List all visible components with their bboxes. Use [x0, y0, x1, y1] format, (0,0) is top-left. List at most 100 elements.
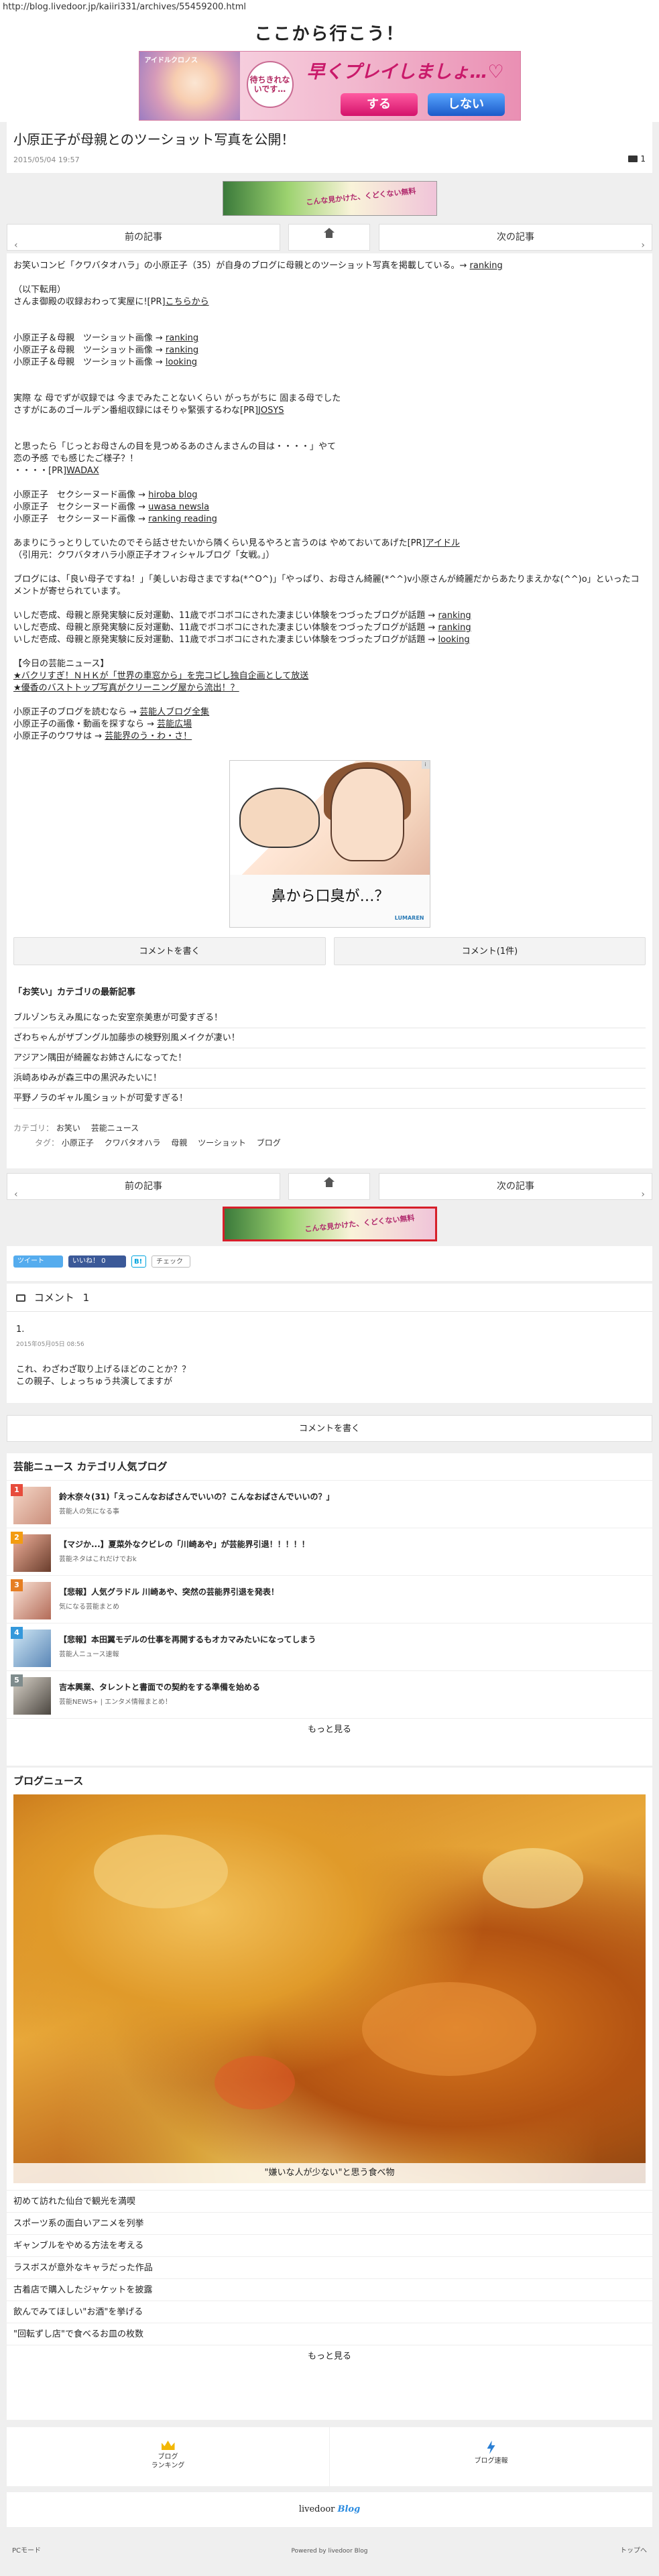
- popular-blog-item[interactable]: 4 【悲報】本田翼モデルの仕事を再開するもオカマみたいになってしまう 芸能人ニュ…: [7, 1623, 652, 1670]
- banner-yes-button[interactable]: する: [340, 93, 418, 116]
- ad-logo: LUMAREN: [394, 915, 424, 921]
- next-article-button[interactable]: 次の記事 ›: [379, 224, 652, 251]
- share-bar: ツイート いいね！ 0 B! チェック: [7, 1246, 652, 1281]
- write-comment-button[interactable]: コメントを書く: [7, 1415, 652, 1442]
- livedoor-blog-logo[interactable]: livedoor Blog: [7, 2492, 652, 2527]
- comment-buttons: コメントを書く コメント(1件): [13, 937, 646, 968]
- body-paragraph: お笑いコンビ「クワバタオハラ」の小原正子（35）が自身のブログに母親とのツーショ…: [13, 261, 503, 271]
- next-article-label: 次の記事: [497, 1181, 534, 1192]
- body-paragraph: さすがにあのゴールデン番組収録にはそりゃ緊張するわな[PR]JOSYS: [13, 406, 284, 416]
- ad-illustration: [229, 761, 430, 875]
- blog-news-more-button[interactable]: もっと見る: [7, 2345, 652, 2368]
- article-taxonomy: カテゴリ： お笑い 芸能ニュース タグ： 小原正子 クワバタオハラ 母親 ツーシ…: [13, 1121, 646, 1150]
- next-article-button[interactable]: 次の記事 ›: [379, 1173, 652, 1200]
- related-link[interactable]: ranking: [438, 611, 471, 621]
- back-to-top-link[interactable]: トップへ: [620, 2541, 647, 2561]
- body-link[interactable]: ranking: [470, 261, 503, 271]
- news-link[interactable]: ★優香のバストトップ写真がクリーニング屋から流出！？: [13, 682, 646, 694]
- prev-article-button[interactable]: ‹ 前の記事: [7, 1173, 280, 1200]
- photo-link[interactable]: ranking: [166, 345, 198, 355]
- tag-link[interactable]: ブログ: [257, 1138, 281, 1148]
- rank-badge: 4: [11, 1627, 23, 1639]
- related-article-item[interactable]: ざわちゃんがザブングル加藤歩の検野別風メイクが凄い！: [13, 1028, 646, 1048]
- nude-link[interactable]: ranking reading: [148, 514, 217, 524]
- write-comment-button[interactable]: コメントを書く: [13, 937, 326, 965]
- line-check-button[interactable]: チェック: [152, 1255, 190, 1268]
- related-articles-title: 「お笑い」カテゴリの最新記事: [13, 987, 136, 997]
- popular-blog-item[interactable]: 5 吉本興業、タレントと書面での契約をする準備を始める 芸能NEWS+ | エン…: [7, 1670, 652, 1718]
- body-link[interactable]: JOSYS: [258, 406, 284, 416]
- banner-no-button[interactable]: しない: [427, 93, 505, 116]
- popular-blogs: 芸能ニュース カテゴリ人気ブログ 1 鈴木奈々(31)「えっこんなおばさんでいい…: [7, 1453, 652, 1766]
- comments-count: 1: [82, 1292, 90, 1304]
- ad-info-icon[interactable]: i: [421, 761, 430, 769]
- related-article-item[interactable]: 平野ノラのギャル風ショットが可愛すぎる！: [13, 1089, 646, 1109]
- crown-icon: [161, 2441, 175, 2450]
- view-comments-button[interactable]: コメント(1件): [334, 937, 646, 965]
- photo-link[interactable]: ranking: [166, 333, 198, 343]
- top-ad-banner[interactable]: アイドルクロノス 待ちきれないです… 早くプレイしましょ…♡ する しない: [138, 51, 521, 121]
- related-link[interactable]: looking: [438, 635, 469, 645]
- blog-news-item[interactable]: 初めて訪れた仙台で観光を満喫: [7, 2190, 652, 2212]
- tag-link[interactable]: ツーショット: [198, 1138, 246, 1148]
- blog-news-featured-photo[interactable]: "嫌いな人が少ない"と思う食べ物: [13, 1794, 646, 2183]
- article-date: 2015/05/04 19:57: [13, 156, 80, 164]
- photo-link-list-a: 小原正子＆母親 ツーショット画像 → ranking 小原正子＆母親 ツーショッ…: [13, 333, 199, 367]
- popular-blog-item[interactable]: 3 【悲報】人気グラドル 川崎あや、突然の芸能界引退を発表！ 気になる芸能まとめ: [7, 1575, 652, 1623]
- body-link[interactable]: アイドル: [426, 538, 460, 548]
- blog-title[interactable]: ここから行こう！: [0, 20, 659, 48]
- body-paragraph: さんま御殿の収録おわって実屋に![PR]こちらから: [13, 297, 209, 307]
- prev-article-button[interactable]: ‹ 前の記事: [7, 224, 280, 251]
- blog-ranking-link[interactable]: ブログ ランキング: [7, 2427, 329, 2486]
- bottom-bar: Powered by livedoor Blog PCモード トップへ: [7, 2541, 652, 2561]
- mini-ad-banner-top[interactable]: こんな見かけた、くどくない無料: [223, 181, 437, 216]
- home-button[interactable]: [288, 224, 370, 251]
- facebook-like-button[interactable]: いいね！ 0: [68, 1255, 126, 1268]
- banner-brand: アイドルクロノス: [144, 57, 198, 64]
- related-article-item[interactable]: ブルゾンちえみ風になった安室奈美恵が可愛すぎる！: [13, 1008, 646, 1028]
- popular-blog-item[interactable]: 1 鈴木奈々(31)「えっこんなおばさんでいいの？こんなおばさんでいいの？」 芸…: [7, 1480, 652, 1528]
- blog-news-item[interactable]: スポーツ系の面白いアニメを列挙: [7, 2212, 652, 2234]
- blog-news-item[interactable]: 飲んでみてほしい"お酒"を挙げる: [7, 2301, 652, 2323]
- browser-url[interactable]: http://blog.livedoor.jp/kaiiri331/archiv…: [0, 0, 659, 15]
- popular-blogs-more-button[interactable]: もっと見る: [7, 1718, 652, 1741]
- popular-blog-item[interactable]: 2 【マジか...】夏菜外なクビレの「川崎あや」が芸能界引退！！！！！ 芸能ネタ…: [7, 1528, 652, 1575]
- body-link[interactable]: こちらから: [166, 297, 209, 307]
- display-ad[interactable]: i 鼻から口臭が…？ LUMAREN: [229, 760, 430, 928]
- photo-link[interactable]: looking: [166, 357, 197, 367]
- comment-number: 1.: [16, 1325, 25, 1335]
- prev-article-label: 前の記事: [125, 232, 162, 243]
- portal-link[interactable]: 芸能界のう・わ・さ！: [105, 731, 192, 741]
- nude-link[interactable]: hiroba blog: [148, 490, 197, 500]
- category-link[interactable]: お笑い: [56, 1123, 80, 1133]
- nude-link[interactable]: uwasa newsla: [148, 502, 209, 512]
- body-link[interactable]: WADAX: [66, 466, 99, 476]
- related-article-item[interactable]: 浜崎あゆみが森三中の黒沢みたいに！: [13, 1068, 646, 1089]
- blog-news-item[interactable]: ラスボスが意外なキャラだった作品: [7, 2256, 652, 2278]
- related-link[interactable]: ranking: [438, 623, 471, 633]
- news-link[interactable]: ★バクリすぎ！ＮＨＫが「世界の車窓から」を完コピし独自企画として放送: [13, 670, 646, 682]
- tweet-button[interactable]: ツイート: [13, 1255, 63, 1268]
- blog-news-featured-caption: "嫌いな人が少ない"と思う食べ物: [13, 2163, 646, 2183]
- category-link[interactable]: 芸能ニュース: [91, 1123, 139, 1133]
- blog-news-item[interactable]: 古着店で購入したジャケットを披露: [7, 2278, 652, 2301]
- home-button[interactable]: [288, 1173, 370, 1200]
- tag-link[interactable]: 小原正子: [62, 1138, 94, 1148]
- pc-mode-link[interactable]: PCモード: [12, 2541, 41, 2561]
- chevron-right-icon: ›: [641, 1189, 645, 1200]
- blog-flash-link[interactable]: ブログ速報: [329, 2427, 652, 2486]
- article-comment-count-value: 1: [640, 154, 646, 164]
- tag-link[interactable]: 母親: [171, 1138, 187, 1148]
- blog-news-item[interactable]: ギャンブルをやめる方法を考える: [7, 2234, 652, 2256]
- related-article-item[interactable]: アジアン隅田が綺麗なお姉さんになってた！: [13, 1048, 646, 1068]
- tag-link[interactable]: クワバタオハラ: [105, 1138, 161, 1148]
- rank-badge: 3: [11, 1579, 23, 1591]
- article-comment-count[interactable]: 1: [628, 154, 646, 164]
- portal-link[interactable]: 芸能広場: [157, 719, 192, 729]
- blog-news-item[interactable]: "回転ずし店"で食べるお皿の枚数: [7, 2323, 652, 2345]
- portal-link[interactable]: 芸能人ブログ全集: [139, 707, 209, 717]
- article-title: 小原正子が母親とのツーショット写真を公開！: [13, 131, 295, 147]
- hatena-bookmark-button[interactable]: B!: [131, 1255, 146, 1268]
- comment-text: この親子、しょっちゅう共演してますが: [16, 1377, 172, 1387]
- mini-ad-banner-bottom[interactable]: こんな見かけた、くどくない無料: [223, 1207, 437, 1241]
